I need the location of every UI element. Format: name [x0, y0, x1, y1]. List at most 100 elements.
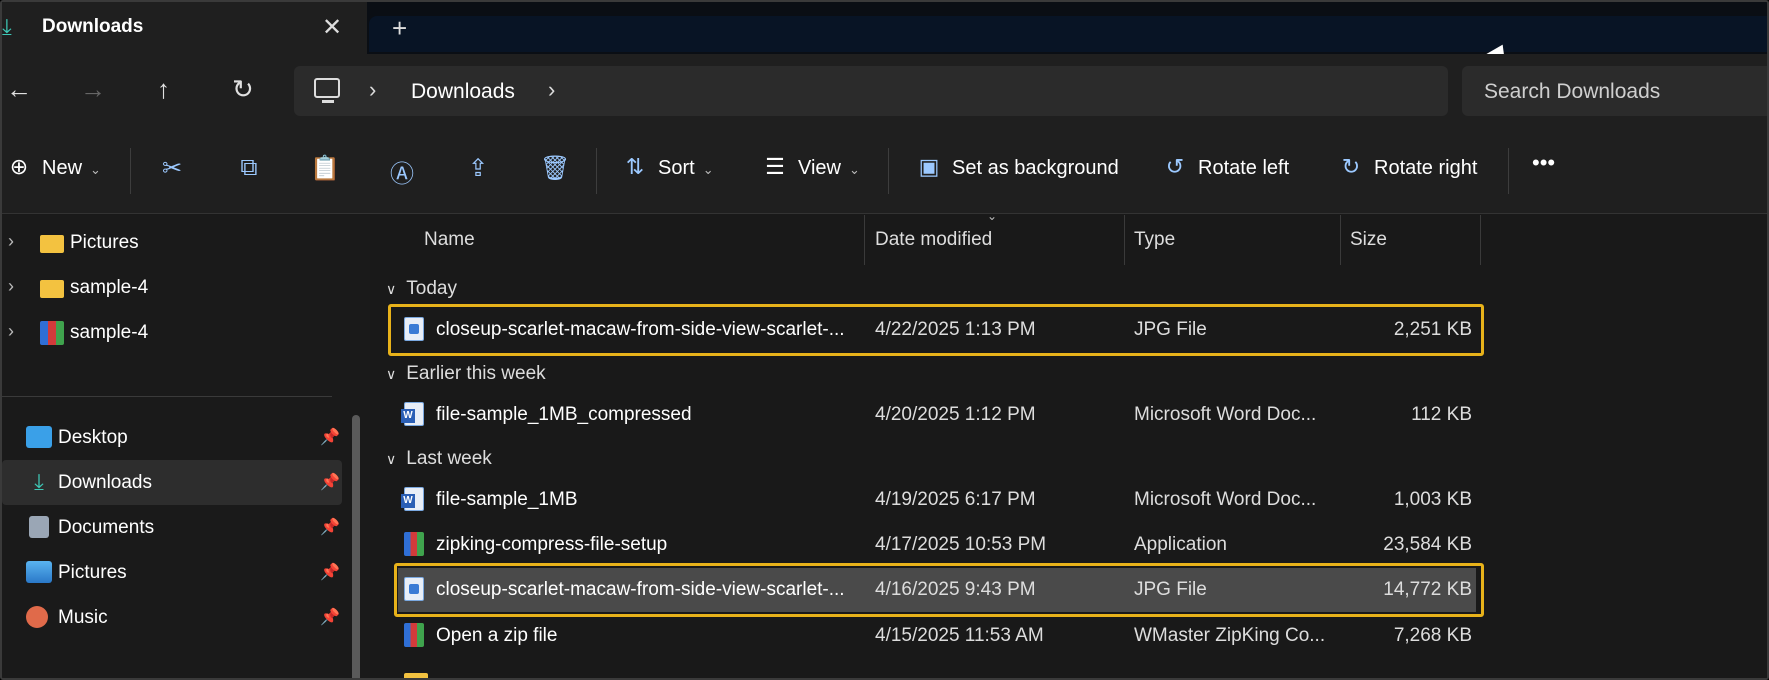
tree-item-sample-4[interactable]: › sample-4 — [2, 266, 332, 310]
search-placeholder: Search Downloads — [1484, 80, 1661, 103]
group-header-last-week[interactable]: ∨ Last week — [386, 448, 492, 470]
pin-icon[interactable]: 📌 — [320, 607, 340, 627]
column-divider[interactable] — [1340, 215, 1341, 265]
music-icon — [26, 606, 48, 628]
set-as-background-label: Set as background — [952, 157, 1119, 179]
tree-item-sample-4-archive[interactable]: › sample-4 — [2, 311, 332, 355]
forward-arrow-icon[interactable]: → — [80, 74, 106, 105]
rename-icon[interactable]: Ⓐ — [387, 154, 417, 189]
download-icon: ⤓ — [34, 469, 44, 494]
column-divider[interactable] — [1480, 215, 1481, 265]
file-list: Name ⌄ Date modified Type Size ∨ Today cl… — [372, 209, 1767, 678]
file-row[interactable]: Open a zip file 4/15/2025 11:53 AM WMast… — [372, 614, 1492, 658]
share-icon[interactable]: ⇪ — [463, 154, 493, 183]
command-bar: ⊕ New ⌄ ✂ ⧉ 📋 Ⓐ ⇪ 🗑 ⇅ Sort ⌄ ☰ View ⌄ ▣ Set as … — [2, 130, 1767, 214]
sidebar-item-downloads[interactable]: ⤓ Downloads 📌 — [2, 460, 342, 505]
file-size: 112 KB — [1411, 404, 1472, 425]
rotate-right-label: Rotate right — [1374, 157, 1478, 179]
file-size: 1,003 KB — [1393, 489, 1472, 510]
column-divider[interactable] — [1124, 215, 1125, 265]
refresh-icon[interactable]: ↻ — [232, 74, 254, 105]
delete-icon[interactable]: 🗑 — [540, 154, 570, 183]
scrollbar[interactable] — [352, 415, 360, 678]
column-header-date-modified[interactable]: Date modified — [875, 229, 992, 251]
file-date: 4/19/2025 6:17 PM — [875, 489, 1036, 510]
tab-downloads[interactable]: ⤓ Downloads ✕ — [2, 2, 367, 54]
rotate-left-button[interactable]: ↺ Rotate left — [1162, 154, 1289, 180]
file-row[interactable]: zipking-compress-file-setup 4/17/2025 10… — [372, 523, 1492, 567]
file-row[interactable]: file-sample_1MB 4/19/2025 6:17 PM Micros… — [372, 478, 1492, 522]
view-icon: ☰ — [765, 154, 785, 179]
column-header-row: Name ⌄ Date modified Type Size — [372, 209, 1767, 265]
new-label: New — [42, 157, 83, 179]
view-button[interactable]: ☰ View ⌄ — [762, 154, 860, 180]
highlight-box — [394, 563, 1484, 617]
file-date: 4/17/2025 10:53 PM — [875, 534, 1047, 555]
more-options-icon[interactable]: ••• — [1532, 150, 1555, 176]
this-pc-icon[interactable] — [314, 78, 340, 103]
sidebar-item-music[interactable]: Music 📌 — [2, 595, 342, 640]
address-bar[interactable]: › Downloads › — [294, 66, 1448, 116]
sort-button[interactable]: ⇅ Sort ⌄ — [622, 154, 714, 180]
group-header-earlier-this-week[interactable]: ∨ Earlier this week — [386, 363, 546, 385]
tree-item-label: sample-4 — [70, 277, 149, 298]
file-row-partial[interactable] — [372, 659, 1492, 678]
set-as-background-button[interactable]: ▣ Set as background — [916, 154, 1119, 180]
divider — [596, 148, 597, 194]
sidebar-item-label: Documents — [58, 517, 155, 538]
column-divider[interactable] — [864, 215, 865, 265]
back-arrow-icon[interactable]: ← — [6, 74, 32, 105]
breadcrumb-downloads[interactable]: Downloads — [411, 80, 515, 104]
tree-item-label: sample-4 — [70, 322, 149, 343]
sidebar-item-label: Music — [58, 607, 108, 628]
rotate-right-button[interactable]: ↻ Rotate right — [1338, 154, 1478, 180]
file-name: file-sample_1MB — [436, 489, 578, 510]
copy-icon[interactable]: ⧉ — [234, 154, 264, 182]
tree-item-label: Pictures — [70, 232, 139, 253]
column-header-name[interactable]: Name — [424, 229, 475, 251]
cut-icon[interactable]: ✂ — [157, 154, 187, 183]
close-tab-icon[interactable]: ✕ — [322, 13, 342, 42]
group-label: Today — [406, 278, 457, 299]
breadcrumb-chevron-icon[interactable]: › — [369, 77, 376, 103]
pin-icon[interactable]: 📌 — [320, 562, 340, 582]
pin-icon[interactable]: 📌 — [320, 427, 340, 447]
desktop-icon — [26, 426, 52, 448]
column-header-type[interactable]: Type — [1134, 229, 1175, 251]
new-button[interactable]: ⊕ New ⌄ — [6, 154, 101, 180]
group-label: Last week — [406, 448, 492, 469]
sidebar-item-desktop[interactable]: Desktop 📌 — [2, 415, 342, 460]
chevron-right-icon[interactable]: › — [8, 321, 14, 342]
documents-icon — [29, 516, 49, 538]
navigation-bar: ← → ↑ ↻ › Downloads › Search Downloads — [2, 54, 1767, 130]
wallpaper-icon: ▣ — [918, 154, 940, 179]
breadcrumb-chevron-icon[interactable]: › — [548, 77, 555, 103]
up-arrow-icon[interactable]: ↑ — [157, 74, 170, 105]
highlight-box — [388, 304, 1484, 356]
column-header-size[interactable]: Size — [1350, 229, 1387, 251]
pin-icon[interactable]: 📌 — [320, 472, 340, 492]
sort-label: Sort — [658, 157, 695, 179]
sidebar-item-documents[interactable]: Documents 📌 — [2, 505, 342, 550]
file-type: Application — [1134, 534, 1227, 555]
chevron-down-icon: ∨ — [386, 281, 397, 297]
tree-item-pictures[interactable]: › Pictures — [2, 221, 332, 265]
file-row[interactable]: file-sample_1MB_compressed 4/20/2025 1:1… — [372, 393, 1492, 437]
group-header-today[interactable]: ∨ Today — [386, 278, 457, 300]
chevron-right-icon[interactable]: › — [8, 276, 14, 297]
file-date: 4/20/2025 1:12 PM — [875, 404, 1036, 425]
chevron-right-icon[interactable]: › — [8, 231, 14, 252]
file-type: Microsoft Word Doc... — [1134, 404, 1317, 425]
word-file-icon — [401, 402, 424, 426]
search-input[interactable]: Search Downloads — [1462, 66, 1767, 116]
divider — [2, 396, 332, 397]
file-explorer-window: ⤓ Downloads ✕ + ← → ↑ ↻ › Downloads › Se… — [0, 0, 1769, 680]
pin-icon[interactable]: 📌 — [320, 517, 340, 537]
file-type: WMaster ZipKing Co... — [1134, 625, 1326, 646]
chevron-down-icon: ⌄ — [90, 162, 101, 177]
view-label: View — [798, 157, 841, 179]
sidebar-item-pictures[interactable]: Pictures 📌 — [2, 550, 342, 595]
chevron-down-icon: ⌄ — [702, 162, 714, 177]
new-tab-icon[interactable]: + — [392, 13, 407, 44]
paste-icon[interactable]: 📋 — [310, 154, 340, 183]
